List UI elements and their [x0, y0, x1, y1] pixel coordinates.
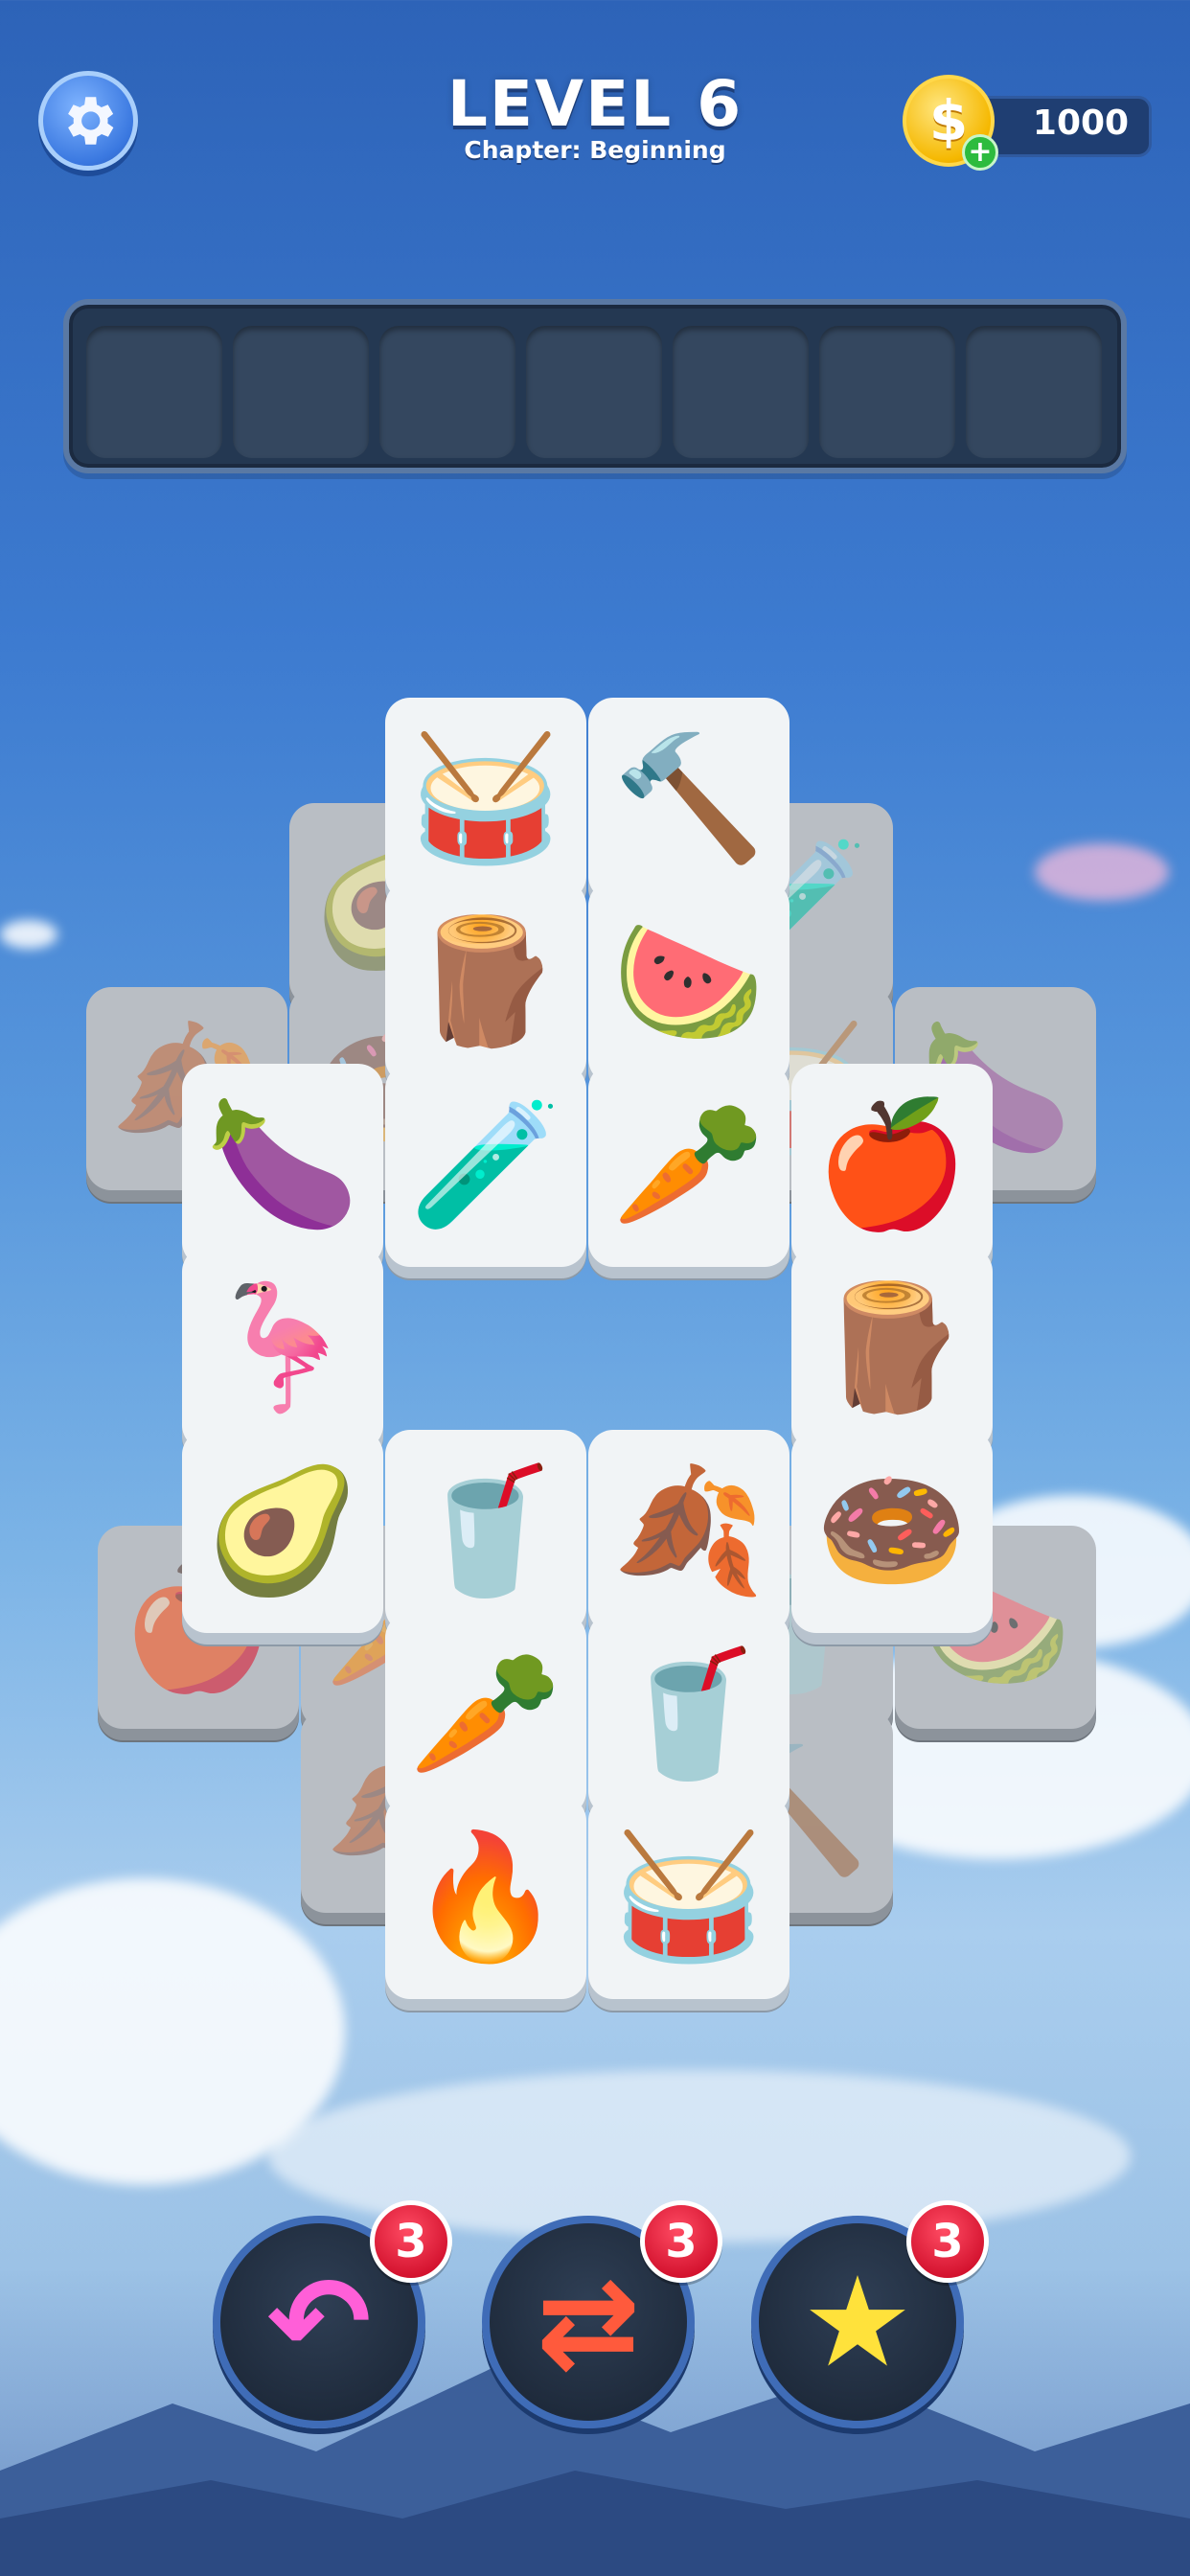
- logs-icon: 🪵: [409, 910, 562, 1053]
- tray-slot: [379, 326, 515, 458]
- tile-campfire[interactable]: 🔥: [385, 1796, 586, 1999]
- tile-logs[interactable]: 🪵: [791, 1247, 993, 1450]
- hammer-icon: 🔨: [612, 727, 766, 870]
- eggplant-icon: 🍆: [206, 1093, 359, 1236]
- tray-slot: [233, 326, 369, 458]
- tile-donut[interactable]: 🍩: [791, 1430, 993, 1633]
- tile-cup[interactable]: 🥤: [588, 1613, 790, 1816]
- undo-arrow-icon: ↶: [266, 2249, 372, 2395]
- carrot-icon: 🥕: [409, 1643, 562, 1785]
- flamingo-icon: 🦩: [206, 1276, 359, 1419]
- add-coins-button[interactable]: +: [962, 134, 998, 171]
- tray-slot: [86, 326, 222, 458]
- leaf-icon: 🍂: [612, 1460, 766, 1602]
- carrot-icon: 🥕: [612, 1093, 766, 1236]
- tile-watermelon[interactable]: 🍉: [588, 881, 790, 1084]
- cloud: [1035, 843, 1169, 901]
- watermelon-icon: 🍉: [612, 910, 766, 1053]
- coin-value: 1000: [1032, 104, 1130, 143]
- campfire-icon: 🔥: [409, 1826, 562, 1968]
- tile-leaf[interactable]: 🍂: [588, 1430, 790, 1633]
- tile-avocado[interactable]: 🥑: [182, 1430, 383, 1633]
- magic-wand-count-badge: 3: [906, 2200, 989, 2283]
- tray-slot: [673, 326, 809, 458]
- tile-hammer[interactable]: 🔨: [588, 698, 790, 901]
- tray-slot: [966, 326, 1102, 458]
- magic-wand-icon: ★: [801, 2249, 914, 2395]
- donut-icon: 🍩: [815, 1460, 969, 1602]
- cup-icon: 🥤: [409, 1460, 562, 1602]
- tile-drum[interactable]: 🥁: [588, 1796, 790, 1999]
- undo-count-badge: 3: [370, 2200, 452, 2283]
- tile-tray: [63, 299, 1127, 473]
- drum-icon: 🥁: [612, 1826, 766, 1968]
- tile-apple[interactable]: 🍎: [791, 1064, 993, 1267]
- drum-icon: 🥁: [409, 727, 562, 870]
- cup-icon: 🥤: [612, 1643, 766, 1785]
- logs-icon: 🪵: [815, 1276, 969, 1419]
- tile-cup[interactable]: 🥤: [385, 1430, 586, 1633]
- shuffle-icon: ⇄: [536, 2249, 641, 2395]
- tray-slot: [526, 326, 662, 458]
- shuffle-count-badge: 3: [640, 2200, 722, 2283]
- tile-potion[interactable]: 🧪: [385, 1064, 586, 1267]
- tile-eggplant[interactable]: 🍆: [182, 1064, 383, 1267]
- cloud: [0, 920, 57, 949]
- tile-logs[interactable]: 🪵: [385, 881, 586, 1084]
- tile-carrot[interactable]: 🥕: [588, 1064, 790, 1267]
- avocado-icon: 🥑: [206, 1460, 359, 1602]
- tray-slot: [819, 326, 955, 458]
- tile-flamingo[interactable]: 🦩: [182, 1247, 383, 1450]
- tile-drum[interactable]: 🥁: [385, 698, 586, 901]
- apple-icon: 🍎: [815, 1093, 969, 1236]
- potion-icon: 🧪: [409, 1093, 562, 1236]
- tile-carrot[interactable]: 🥕: [385, 1613, 586, 1816]
